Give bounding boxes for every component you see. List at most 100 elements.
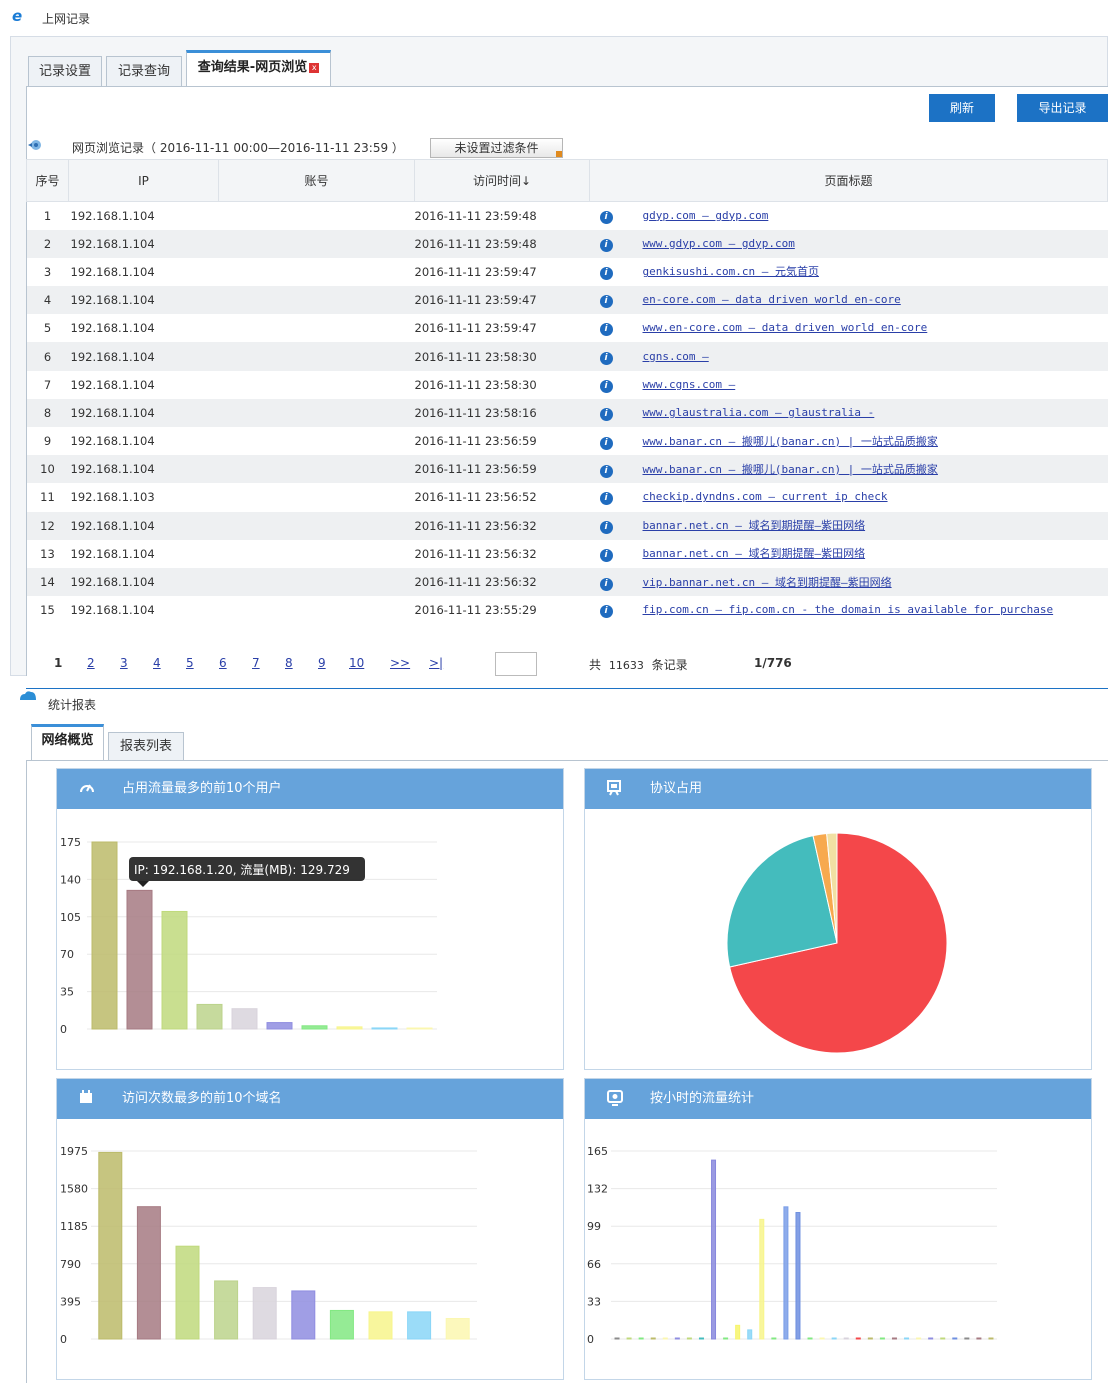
row-time: 2016-11-11 23:56:52 xyxy=(414,490,537,505)
page-title-link[interactable]: fip.com.cn — fip.com.cn - the domain is … xyxy=(643,603,1054,616)
info-icon[interactable]: i xyxy=(599,521,613,535)
row-page-title-cell: i genkisushi.com.cn — 元気首页 xyxy=(590,258,1108,286)
info-icon[interactable]: i xyxy=(599,577,613,591)
page-link[interactable]: >| xyxy=(429,656,443,670)
info-icon[interactable]: i xyxy=(599,379,613,393)
y-tick-label: 70 xyxy=(60,948,74,961)
page-link[interactable]: 6 xyxy=(219,656,227,670)
page-link[interactable]: 3 xyxy=(120,656,128,670)
row-page-title-cell: i bannar.net.cn — 域名到期提醒—紫田网络 xyxy=(589,511,1108,540)
bar xyxy=(711,1159,717,1340)
bar xyxy=(638,1337,644,1340)
bar xyxy=(98,1151,123,1340)
page-title-link[interactable]: genkisushi.com.cn — 元気首页 xyxy=(643,265,819,278)
info-icon[interactable]: i xyxy=(599,238,613,252)
page-link[interactable]: 7 xyxy=(252,656,260,670)
row-account xyxy=(218,229,415,258)
tooltip-arrow xyxy=(137,881,149,887)
info-icon[interactable]: i xyxy=(599,464,613,478)
page-jump-input[interactable] xyxy=(495,652,537,676)
tab-network-overview[interactable]: 网络概览 xyxy=(31,724,104,760)
page-title-link[interactable]: www.gdyp.com — gdyp.com xyxy=(643,237,795,250)
y-tick-label: 0 xyxy=(60,1333,67,1346)
info-icon[interactable]: i xyxy=(599,351,613,365)
page-current[interactable]: 1 xyxy=(54,656,62,670)
page-title-link[interactable]: www.en-core.com — data driven world en-c… xyxy=(643,321,928,334)
row-page-title-cell: i vip.bannar.net.cn — 域名到期提醒—紫田网络 xyxy=(589,567,1108,597)
row-account xyxy=(219,371,415,399)
col-header-seq[interactable]: 序号 xyxy=(26,159,69,202)
y-tick-label: 165 xyxy=(587,1145,608,1158)
page-title-link[interactable]: www.banar.cn — 搬哪儿(banar.cn) | 一站式品质搬家 xyxy=(643,435,938,448)
tab-report-list[interactable]: 报表列表 xyxy=(108,732,184,761)
info-icon[interactable]: i xyxy=(599,295,613,309)
page-title-link[interactable]: vip.bannar.net.cn — 域名到期提醒—紫田网络 xyxy=(643,576,892,589)
page-title-link[interactable]: gdyp.com — gdyp.com xyxy=(643,209,769,222)
col-header-ip[interactable]: IP xyxy=(68,159,219,202)
page-link[interactable]: 5 xyxy=(186,656,194,670)
table-row: 3 192.168.1.104 2016-11-11 23:59:47 i genkis… xyxy=(27,258,1108,286)
filter-corner-icon xyxy=(556,151,562,157)
y-tick-label: 790 xyxy=(60,1258,81,1271)
page-title-link[interactable]: checkip.dyndns.com — current ip check xyxy=(643,490,888,503)
page-link[interactable]: 9 xyxy=(318,656,326,670)
page-title-link[interactable]: cgns.com — xyxy=(643,350,709,363)
row-page-title-cell: i www.glaustralia.com — glaustralia - xyxy=(589,398,1108,427)
bar xyxy=(964,1337,970,1340)
page-link[interactable]: 2 xyxy=(87,656,95,670)
y-tick-label: 175 xyxy=(60,836,81,849)
page-title-link[interactable]: en-core.com — data driven world en-core xyxy=(643,293,901,306)
top-users-traffic-card: 占用流量最多的前10个用户 175 140 105 70 35 0 IP: 192.168.… xyxy=(56,768,564,1070)
col-header-time[interactable]: 访问时间↓ xyxy=(414,159,590,202)
protocol-usage-card: 协议占用 xyxy=(584,768,1092,1070)
row-account xyxy=(219,202,415,230)
bar xyxy=(916,1337,922,1340)
bar xyxy=(266,1022,293,1030)
row-account xyxy=(219,483,415,511)
y-tick-label: 395 xyxy=(60,1295,81,1308)
tab-query-result[interactable]: 查询结果-网页浏览 x xyxy=(186,50,331,88)
refresh-button[interactable]: 刷新 xyxy=(929,94,995,122)
bar xyxy=(126,889,153,1030)
bar xyxy=(301,1025,328,1030)
row-time: 2016-11-11 23:58:16 xyxy=(414,398,590,427)
row-page-title-cell: i www.banar.cn — 搬哪儿(banar.cn) | 一站式品质搬家 xyxy=(589,455,1108,484)
card-title: 占用流量最多的前10个用户 xyxy=(122,781,282,796)
bar xyxy=(626,1337,632,1340)
row-ip: 192.168.1.103 xyxy=(70,490,155,505)
row-page-title-cell: i www.banar.cn — 搬哪儿(banar.cn) | 一站式品质搬家 xyxy=(590,427,1108,455)
tab-record-settings[interactable]: 记录设置 xyxy=(28,56,102,87)
page-title-link[interactable]: www.glaustralia.com — glaustralia - xyxy=(643,406,875,419)
bar xyxy=(867,1337,873,1340)
page-title-link[interactable]: www.banar.cn — 搬哪儿(banar.cn) | 一站式品质搬家 xyxy=(643,463,938,476)
bar xyxy=(976,1337,982,1340)
page-link[interactable]: 4 xyxy=(153,656,161,670)
bar xyxy=(136,1206,161,1340)
page-title-link[interactable]: bannar.net.cn — 域名到期提醒—紫田网络 xyxy=(643,519,866,532)
bar xyxy=(940,1337,946,1340)
close-tab-icon[interactable]: x xyxy=(309,62,320,73)
info-icon[interactable]: i xyxy=(599,436,613,450)
info-icon[interactable]: i xyxy=(599,210,613,224)
page-title-link[interactable]: bannar.net.cn — 域名到期提醒—紫田网络 xyxy=(643,547,866,560)
row-ip: 192.168.1.104 xyxy=(70,264,155,279)
y-tick-label: 35 xyxy=(60,986,74,999)
info-icon[interactable]: i xyxy=(599,492,613,506)
bar xyxy=(843,1337,849,1340)
page-link[interactable]: 10 xyxy=(349,656,364,670)
row-ip: 192.168.1.104 xyxy=(68,286,219,315)
page-link[interactable]: >> xyxy=(390,656,410,670)
filter-button[interactable]: 未设置过滤条件 xyxy=(430,138,563,158)
info-icon[interactable]: i xyxy=(599,549,613,563)
export-button[interactable]: 导出记录 xyxy=(1017,94,1108,122)
info-icon[interactable]: i xyxy=(599,267,613,281)
info-icon[interactable]: i xyxy=(599,605,613,619)
col-header-account[interactable]: 账号 xyxy=(218,159,415,202)
page-link[interactable]: 8 xyxy=(285,656,293,670)
tab-record-query[interactable]: 记录查询 xyxy=(106,56,182,87)
info-icon[interactable]: i xyxy=(599,407,613,421)
info-icon[interactable]: i xyxy=(599,323,613,337)
page-title-link[interactable]: www.cgns.com — xyxy=(643,378,736,391)
row-seq: 4 xyxy=(26,286,69,315)
col-header-page-title[interactable]: 页面标题 xyxy=(589,159,1108,202)
